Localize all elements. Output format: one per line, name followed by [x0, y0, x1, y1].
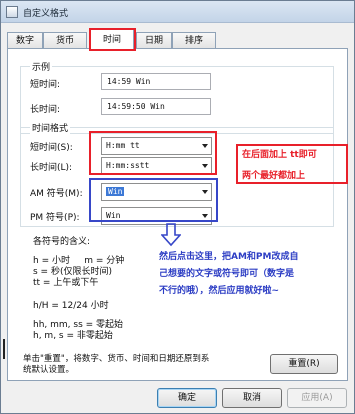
red-note-line-1: 在后面加上 tt即可	[242, 150, 317, 160]
notation-line-3: tt = 上午或下午	[33, 278, 99, 288]
tab-currency[interactable]: 货币	[43, 32, 87, 49]
notation-line-5: hh, mm, ss = 零起始	[33, 320, 124, 330]
notations-title: 各符号的含义:	[33, 237, 91, 247]
notation-line-2: s = 秒(仅限长时间)	[33, 267, 112, 277]
notation-line-4: h/H = 12/24 小时	[33, 301, 109, 311]
cancel-button[interactable]: 取消	[222, 388, 282, 408]
window-title: 自定义格式	[23, 9, 69, 19]
time-format-legend: 时间格式	[30, 121, 71, 134]
customize-format-dialog: 自定义格式 数字 货币 时间 日期 排序 示例 短时间: 14:59 Win 长…	[0, 0, 355, 414]
long-time-label: 长时间(L):	[30, 163, 73, 173]
example-short-label: 短时间:	[30, 80, 61, 90]
left-edge-mark	[3, 339, 13, 359]
tab-number[interactable]: 数字	[7, 32, 43, 49]
short-time-label: 短时间(S):	[30, 143, 73, 153]
tab-date[interactable]: 日期	[136, 32, 172, 49]
format-combos-highlight	[89, 131, 217, 175]
blue-note: 然后点击这里，把AM和PM改成自 己想要的文字或符号即可（数字是 不行的哦），然…	[159, 249, 353, 300]
am-symbol-label: AM 符号(M):	[30, 189, 83, 199]
window-icon	[6, 6, 18, 18]
reset-description-line-1: 单击"重置"，将数字、货币、时间和日期还原到系	[23, 354, 210, 364]
ok-button[interactable]: 确定	[157, 388, 217, 408]
arrow-down-icon	[161, 223, 181, 247]
example-long-label: 长时间:	[30, 105, 61, 115]
tab-strip: 数字 货币 时间 日期 排序	[1, 29, 354, 50]
blue-note-line-3: 不行的哦），然后应用就好啦~	[159, 286, 280, 296]
notation-line-6: h, m, s = 非零起始	[33, 331, 113, 341]
red-note-line-2: 两个最好都加上	[242, 171, 306, 181]
example-long-value: 14:59:50 Win	[101, 98, 211, 115]
example-legend: 示例	[30, 60, 53, 73]
blue-note-line-1: 然后点击这里，把AM和PM改成自	[159, 252, 299, 262]
reset-button[interactable]: 重置(R)	[270, 354, 338, 374]
title-bar: 自定义格式	[1, 1, 354, 23]
pm-symbol-label: PM 符号(P):	[30, 213, 80, 223]
tab-sort[interactable]: 排序	[172, 32, 216, 49]
notation-line-1: h = 小时 m = 分钟	[33, 256, 125, 266]
reset-description-line-2: 统默认设置。	[23, 365, 75, 375]
time-tab-highlight	[89, 28, 136, 51]
am-pm-combos-highlight	[89, 178, 218, 222]
example-short-value: 14:59 Win	[101, 73, 211, 90]
apply-button[interactable]: 应用(A)	[287, 388, 347, 408]
blue-note-line-2: 己想要的文字或符号即可（数字是	[159, 269, 295, 279]
